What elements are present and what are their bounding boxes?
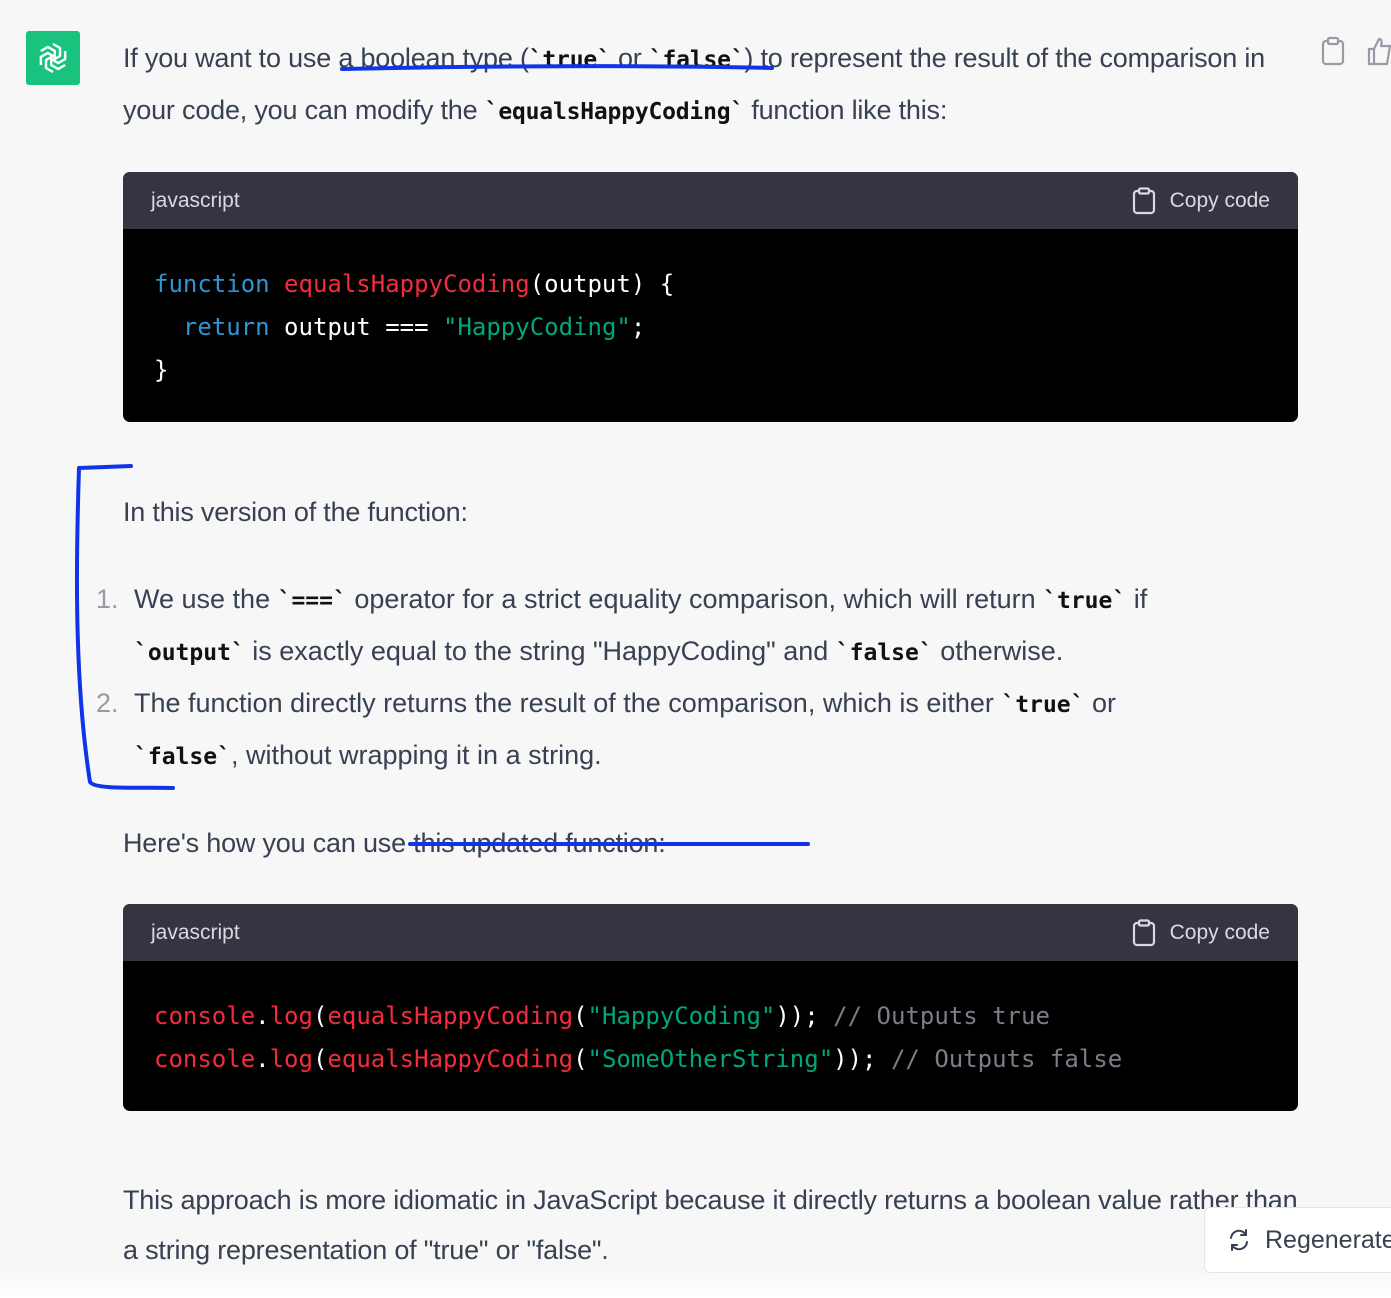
code-language-label: javascript xyxy=(151,920,240,944)
list-item: 1. We use the `===` operator for a stric… xyxy=(96,574,1298,678)
clipboard-icon xyxy=(1132,918,1155,946)
openai-logo-icon xyxy=(39,42,67,74)
code-content: console.log(equalsHappyCoding("HappyCodi… xyxy=(123,961,1298,1111)
closing-paragraph: This approach is more idiomatic in JavaS… xyxy=(123,1185,1298,1265)
code-line: return output === "HappyCoding"; xyxy=(154,306,1268,349)
list-item: 2. The function directly returns the res… xyxy=(96,678,1298,782)
code-token: ; xyxy=(630,313,646,341)
code-token: ( xyxy=(312,1045,328,1073)
regenerate-label: Regenerate xyxy=(1265,1225,1391,1254)
code-token: "HappyCoding" xyxy=(587,1002,776,1030)
code-block-function: javascript Copy code function equalsHapp… xyxy=(123,172,1298,422)
list-text: is exactly equal to the string "HappyCod… xyxy=(244,636,836,666)
inline-code: `false` xyxy=(835,640,933,666)
code-token: ( xyxy=(573,1002,588,1030)
assistant-avatar xyxy=(26,31,80,85)
code-token: console xyxy=(154,1002,256,1030)
intro-text: or xyxy=(610,43,649,73)
intro-text: If you want to use a boolean type ( xyxy=(123,43,529,73)
code-token: equalsHappyCoding xyxy=(327,1002,574,1030)
inline-code: `true` xyxy=(1001,692,1085,718)
code-token: log xyxy=(269,1002,313,1030)
code-token: equalsHappyCoding xyxy=(327,1045,574,1073)
code-token: ( xyxy=(312,1002,328,1030)
code-token: equalsHappyCoding xyxy=(284,270,530,298)
code-comment: // Outputs true xyxy=(818,1002,1050,1030)
code-block-usage: javascript Copy code console.log(equalsH… xyxy=(123,904,1298,1111)
copy-code-label: Copy code xyxy=(1169,188,1270,212)
clipboard-icon xyxy=(1132,186,1155,214)
code-line: console.log(equalsHappyCoding("SomeOther… xyxy=(154,1038,1268,1081)
code-token: "SomeOtherString" xyxy=(587,1045,834,1073)
thumbs-up-button[interactable] xyxy=(1366,36,1391,66)
code-line: } xyxy=(154,349,1268,392)
copy-code-button[interactable]: Copy code xyxy=(1132,186,1270,215)
code-content: function equalsHappyCoding(output) { ret… xyxy=(123,229,1298,422)
code-token: ( xyxy=(573,1045,588,1073)
copy-code-label: Copy code xyxy=(1169,920,1270,944)
list-text: operator for a strict equality compariso… xyxy=(346,584,1044,614)
bottom-fade xyxy=(0,1270,1391,1298)
code-token: . xyxy=(255,1002,270,1030)
refresh-icon xyxy=(1230,1229,1248,1251)
code-token: } xyxy=(154,356,169,384)
regenerate-button[interactable]: Regenerate xyxy=(1204,1207,1391,1273)
message-actions xyxy=(1320,36,1391,66)
code-token: (output) { xyxy=(529,270,675,298)
code-token: . xyxy=(255,1045,270,1073)
usage-heading: Here's how you can use this updated func… xyxy=(123,828,666,858)
inline-code: `false` xyxy=(134,744,231,770)
code-comment: // Outputs false xyxy=(876,1045,1123,1073)
code-token: )); xyxy=(775,1002,819,1030)
code-token: console xyxy=(154,1045,256,1073)
list-text: if xyxy=(1126,584,1148,614)
code-block-header: javascript Copy code xyxy=(123,904,1298,961)
intro-paragraph: If you want to use a boolean type (`true… xyxy=(123,33,1298,137)
list-number: 1. xyxy=(96,584,119,614)
copy-message-button[interactable] xyxy=(1320,36,1346,66)
list-text: The function directly returns the result… xyxy=(134,688,1002,718)
list-text: otherwise. xyxy=(932,636,1064,666)
list-text: , without wrapping it in a string. xyxy=(230,740,602,770)
inline-code-true: `true` xyxy=(528,47,611,73)
code-token: "HappyCoding" xyxy=(443,313,631,341)
inline-code: `true` xyxy=(1043,588,1127,614)
code-line: console.log(equalsHappyCoding("HappyCodi… xyxy=(154,995,1268,1038)
code-token: return xyxy=(182,313,270,341)
list-text: or xyxy=(1084,688,1117,718)
clipboard-icon xyxy=(1321,36,1345,66)
code-language-label: javascript xyxy=(151,188,240,212)
code-token: )); xyxy=(833,1045,877,1073)
code-block-header: javascript Copy code xyxy=(123,172,1298,229)
intro-text: function like this: xyxy=(744,95,948,125)
copy-code-button[interactable]: Copy code xyxy=(1132,918,1270,947)
list-text: We use the xyxy=(134,584,278,614)
version-heading: In this version of the function: xyxy=(123,497,468,527)
code-token: log xyxy=(269,1045,313,1073)
inline-code-function-name: `equalsHappyCoding` xyxy=(484,99,745,125)
list-number: 2. xyxy=(96,688,119,718)
inline-code: `===` xyxy=(277,588,347,614)
message-content: If you want to use a boolean type (`true… xyxy=(96,33,1298,1275)
thumbs-up-icon xyxy=(1367,37,1391,66)
code-token: output === xyxy=(269,313,443,341)
inline-code: `output` xyxy=(134,640,245,666)
code-line: function equalsHappyCoding(output) { xyxy=(154,263,1268,306)
code-token: function xyxy=(154,270,270,298)
explanation-list: 1. We use the `===` operator for a stric… xyxy=(96,574,1298,782)
chat-page: If you want to use a boolean type (`true… xyxy=(0,0,1391,1298)
inline-code-false: `false` xyxy=(648,47,745,73)
